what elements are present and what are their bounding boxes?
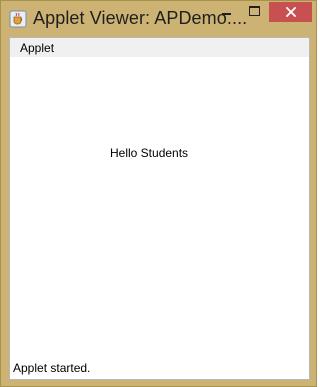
java-cup-icon[interactable] <box>9 10 27 28</box>
maximize-icon <box>248 6 260 16</box>
menu-item-applet[interactable]: Applet <box>18 40 56 56</box>
minimize-icon <box>221 12 231 15</box>
applet-viewer-window: Applet Viewer: APDemo.... Applet Hello S… <box>0 0 317 387</box>
applet-message: Hello Students <box>110 146 189 160</box>
title-bar[interactable]: Applet Viewer: APDemo.... <box>1 1 316 37</box>
minimize-button[interactable] <box>212 2 240 22</box>
maximize-button[interactable] <box>240 2 268 22</box>
close-button[interactable] <box>269 2 312 22</box>
applet-canvas: Hello Students <box>10 57 309 361</box>
menu-bar: Applet <box>10 38 309 57</box>
applet-client-area: Applet Hello Students Applet started. <box>9 37 310 380</box>
status-bar-text: Applet started. <box>13 361 91 375</box>
close-icon <box>285 7 296 17</box>
